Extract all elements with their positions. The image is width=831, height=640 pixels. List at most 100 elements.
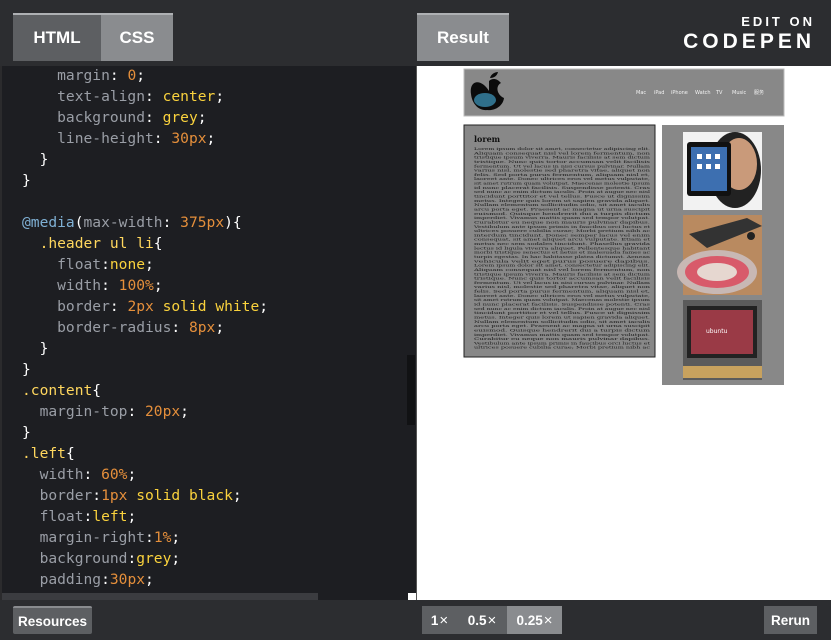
code-token: max-width	[83, 214, 163, 231]
code-token: 30px	[171, 130, 207, 147]
code-line[interactable]: border-radius: 8px;	[22, 317, 224, 338]
times-icon: ×	[439, 611, 449, 629]
code-token: margin-right	[22, 529, 146, 546]
code-token: :	[109, 67, 128, 84]
code-line[interactable]: }	[22, 170, 31, 191]
code-line[interactable]: margin-top: 20px;	[22, 401, 189, 422]
rerun-button[interactable]: Rerun	[764, 606, 817, 634]
code-token: ;	[171, 529, 181, 546]
code-token: :	[101, 256, 110, 273]
preview-nav: Mac iPad iPhone Watch TV Music 服务	[636, 89, 764, 96]
zoom-0.5x-button[interactable]: 0.5 ×	[457, 606, 507, 634]
code-line[interactable]: .content{	[22, 380, 101, 401]
turntable-photo	[677, 215, 762, 295]
editor-horizontal-scrollbar[interactable]	[2, 593, 318, 600]
code-line[interactable]: border:1px solid black;	[22, 485, 242, 506]
code-token: @media	[22, 214, 75, 231]
code-line[interactable]: margin-right:1%;	[22, 527, 181, 548]
code-token: }	[22, 172, 31, 189]
code-token: ;	[127, 508, 137, 525]
zoom-0.25x-button[interactable]: 0.25 ×	[507, 606, 562, 634]
code-line[interactable]: }	[22, 338, 49, 359]
code-token: padding	[22, 571, 102, 588]
code-token: .left	[22, 445, 66, 462]
code-line[interactable]: .left{	[22, 443, 75, 464]
code-line[interactable]: background:grey;	[22, 548, 181, 569]
code-token: :	[83, 466, 102, 483]
code-token: :	[145, 529, 154, 546]
editor-vertical-scrollbar[interactable]	[407, 355, 415, 425]
code-token: ;	[145, 256, 154, 273]
code-token: grey	[136, 550, 172, 567]
code-token: float	[22, 256, 102, 273]
code-line[interactable]: width: 60%;	[22, 464, 137, 485]
code-token: solid black	[127, 487, 233, 504]
code-token: ;	[215, 88, 225, 105]
code-token: ;	[215, 319, 225, 336]
code-token: float	[22, 508, 84, 525]
code-line[interactable]: .header ul li{	[22, 233, 163, 254]
code-token: ;	[232, 487, 242, 504]
code-line[interactable]: padding:30px;	[22, 569, 154, 590]
tab-result[interactable]: Result	[417, 13, 509, 61]
code-token: ;	[145, 571, 154, 588]
code-token: margin	[22, 67, 110, 84]
code-line[interactable]: }	[22, 359, 31, 380]
code-token: }	[22, 151, 49, 168]
zoom-1x-button[interactable]: 1 ×	[422, 606, 457, 634]
code-token: {	[153, 235, 163, 252]
code-token: {	[65, 445, 75, 462]
code-token: 1px	[101, 487, 128, 504]
code-line[interactable]: }	[22, 149, 49, 170]
code-token: .header ul li	[22, 235, 154, 252]
code-token: 8px	[188, 319, 216, 336]
code-token: ;	[136, 67, 146, 84]
times-icon: ×	[487, 611, 497, 629]
code-line[interactable]: @media(max-width: 375px){	[22, 212, 242, 233]
tab-html[interactable]: HTML	[13, 13, 101, 61]
code-token: :	[145, 109, 163, 126]
code-line[interactable]: float:none;	[22, 254, 154, 275]
code-token: width	[22, 466, 84, 483]
code-token: ;	[127, 466, 137, 483]
code-token: ;	[259, 298, 269, 315]
preview-nav-item: 服务	[754, 89, 764, 96]
resources-button[interactable]: Resources	[13, 606, 92, 634]
code-line[interactable]: text-align: center;	[22, 86, 224, 107]
preview-nav-item: Music	[732, 90, 746, 96]
code-token: }	[22, 424, 31, 441]
code-token: :	[109, 298, 128, 315]
code-token: ;	[206, 130, 216, 147]
code-token: width	[22, 277, 102, 294]
code-token: :	[127, 550, 137, 567]
ipad-photo	[683, 132, 762, 210]
code-line[interactable]: line-height: 30px;	[22, 128, 215, 149]
code-token: 100%	[118, 277, 154, 294]
code-token: :	[83, 508, 93, 525]
code-token: border-radius	[22, 319, 172, 336]
code-line[interactable]: margin: 0;	[22, 66, 145, 86]
preview-body-text: Lorem ipsum dolor sit amet, consectetur …	[472, 147, 652, 350]
scroll-corner	[408, 593, 416, 600]
preview-body-line: ultrices posuere cubilia curae; Morbi pr…	[474, 346, 650, 350]
code-token: :	[127, 403, 146, 420]
code-line[interactable]: }	[22, 422, 31, 443]
code-token: 0	[127, 67, 137, 84]
code-token: (	[74, 214, 84, 231]
code-line[interactable]: border: 2px solid white;	[22, 296, 268, 317]
code-token: ;	[197, 109, 207, 126]
code-token: none	[109, 256, 146, 273]
bottom-bar	[0, 600, 831, 640]
code-token: 30px	[109, 571, 146, 588]
code-token: ){	[224, 214, 242, 231]
code-token: border	[22, 487, 93, 504]
code-token: :	[171, 319, 189, 336]
tab-css[interactable]: CSS	[101, 13, 173, 61]
code-line[interactable]: float:left;	[22, 506, 137, 527]
css-editor[interactable]: margin: 0; text-align: center; backgroun…	[2, 66, 417, 600]
code-line[interactable]: background: grey;	[22, 107, 207, 128]
code-token: :	[101, 571, 110, 588]
edit-on-codepen-link[interactable]: EDIT ON CODEPEN	[683, 14, 815, 54]
code-line[interactable]: width: 100%;	[22, 275, 162, 296]
code-token: :	[145, 88, 163, 105]
